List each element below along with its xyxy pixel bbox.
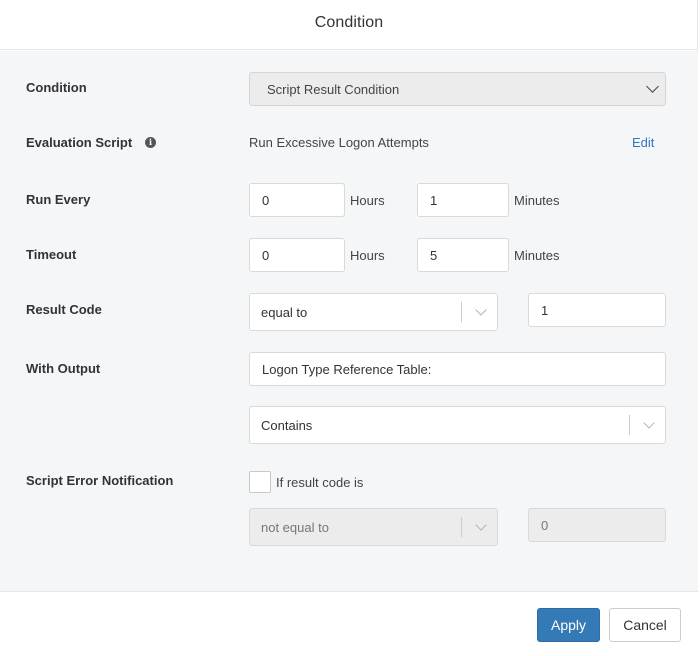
script-error-checkbox[interactable] [249, 471, 271, 493]
run-every-hours-value: 0 [262, 192, 270, 208]
select-separator [629, 415, 630, 435]
with-output-label: With Output [26, 361, 101, 376]
chevron-down-icon [646, 80, 659, 93]
result-code-value-input[interactable]: 1 [528, 293, 666, 327]
with-output-match-select[interactable]: Contains [249, 406, 666, 444]
timeout-minutes-input[interactable]: 5 [417, 238, 509, 272]
run-every-label: Run Every [26, 192, 91, 207]
evaluation-script-value: Run Excessive Logon Attempts [249, 135, 429, 150]
with-output-text-input[interactable]: Logon Type Reference Table: [249, 352, 666, 386]
with-output-match-value: Contains [261, 417, 313, 433]
condition-select-value: Script Result Condition [267, 81, 400, 97]
dialog-footer: Apply Cancel [0, 591, 698, 656]
with-output-text-value: Logon Type Reference Table: [262, 361, 432, 377]
result-code-value: 1 [541, 302, 549, 318]
select-separator [461, 302, 462, 322]
result-code-operator-select[interactable]: equal to [249, 293, 498, 331]
condition-dialog: Condition Condition Script Result Condit… [0, 0, 700, 656]
dialog-header: Condition [0, 0, 698, 50]
script-error-value: 0 [541, 517, 549, 533]
chevron-down-icon [643, 417, 655, 429]
condition-label: Condition [26, 80, 87, 95]
result-code-label: Result Code [26, 302, 102, 317]
script-error-operator-select: not equal to [249, 508, 498, 546]
dialog-body: Condition Script Result Condition Evalua… [0, 51, 698, 591]
script-error-checkbox-label: If result code is [276, 475, 364, 490]
run-every-hours-input[interactable]: 0 [249, 183, 345, 217]
timeout-hours-input[interactable]: 0 [249, 238, 345, 272]
result-code-operator-value: equal to [261, 304, 308, 320]
evaluation-script-label: Evaluation Script [26, 135, 133, 150]
chevron-down-icon [475, 519, 487, 531]
timeout-hours-unit: Hours [350, 248, 385, 263]
script-error-value-input: 0 [528, 508, 666, 542]
select-separator [461, 517, 462, 537]
chevron-down-icon [475, 304, 487, 316]
run-every-minutes-unit: Minutes [514, 193, 560, 208]
script-error-label: Script Error Notification [26, 473, 174, 488]
dialog-title: Condition [314, 14, 384, 31]
cancel-button[interactable]: Cancel [609, 608, 681, 642]
timeout-label: Timeout [26, 247, 77, 262]
run-every-minutes-input[interactable]: 1 [417, 183, 509, 217]
timeout-hours-value: 0 [262, 247, 270, 263]
timeout-minutes-unit: Minutes [514, 248, 560, 263]
edit-script-link[interactable]: Edit [632, 135, 654, 150]
run-every-minutes-value: 1 [430, 192, 438, 208]
run-every-hours-unit: Hours [350, 193, 385, 208]
apply-button[interactable]: Apply [537, 608, 600, 642]
condition-select[interactable]: Script Result Condition [249, 72, 666, 106]
timeout-minutes-value: 5 [430, 247, 438, 263]
script-error-operator-value: not equal to [261, 519, 329, 535]
info-icon[interactable]: i [145, 137, 156, 148]
